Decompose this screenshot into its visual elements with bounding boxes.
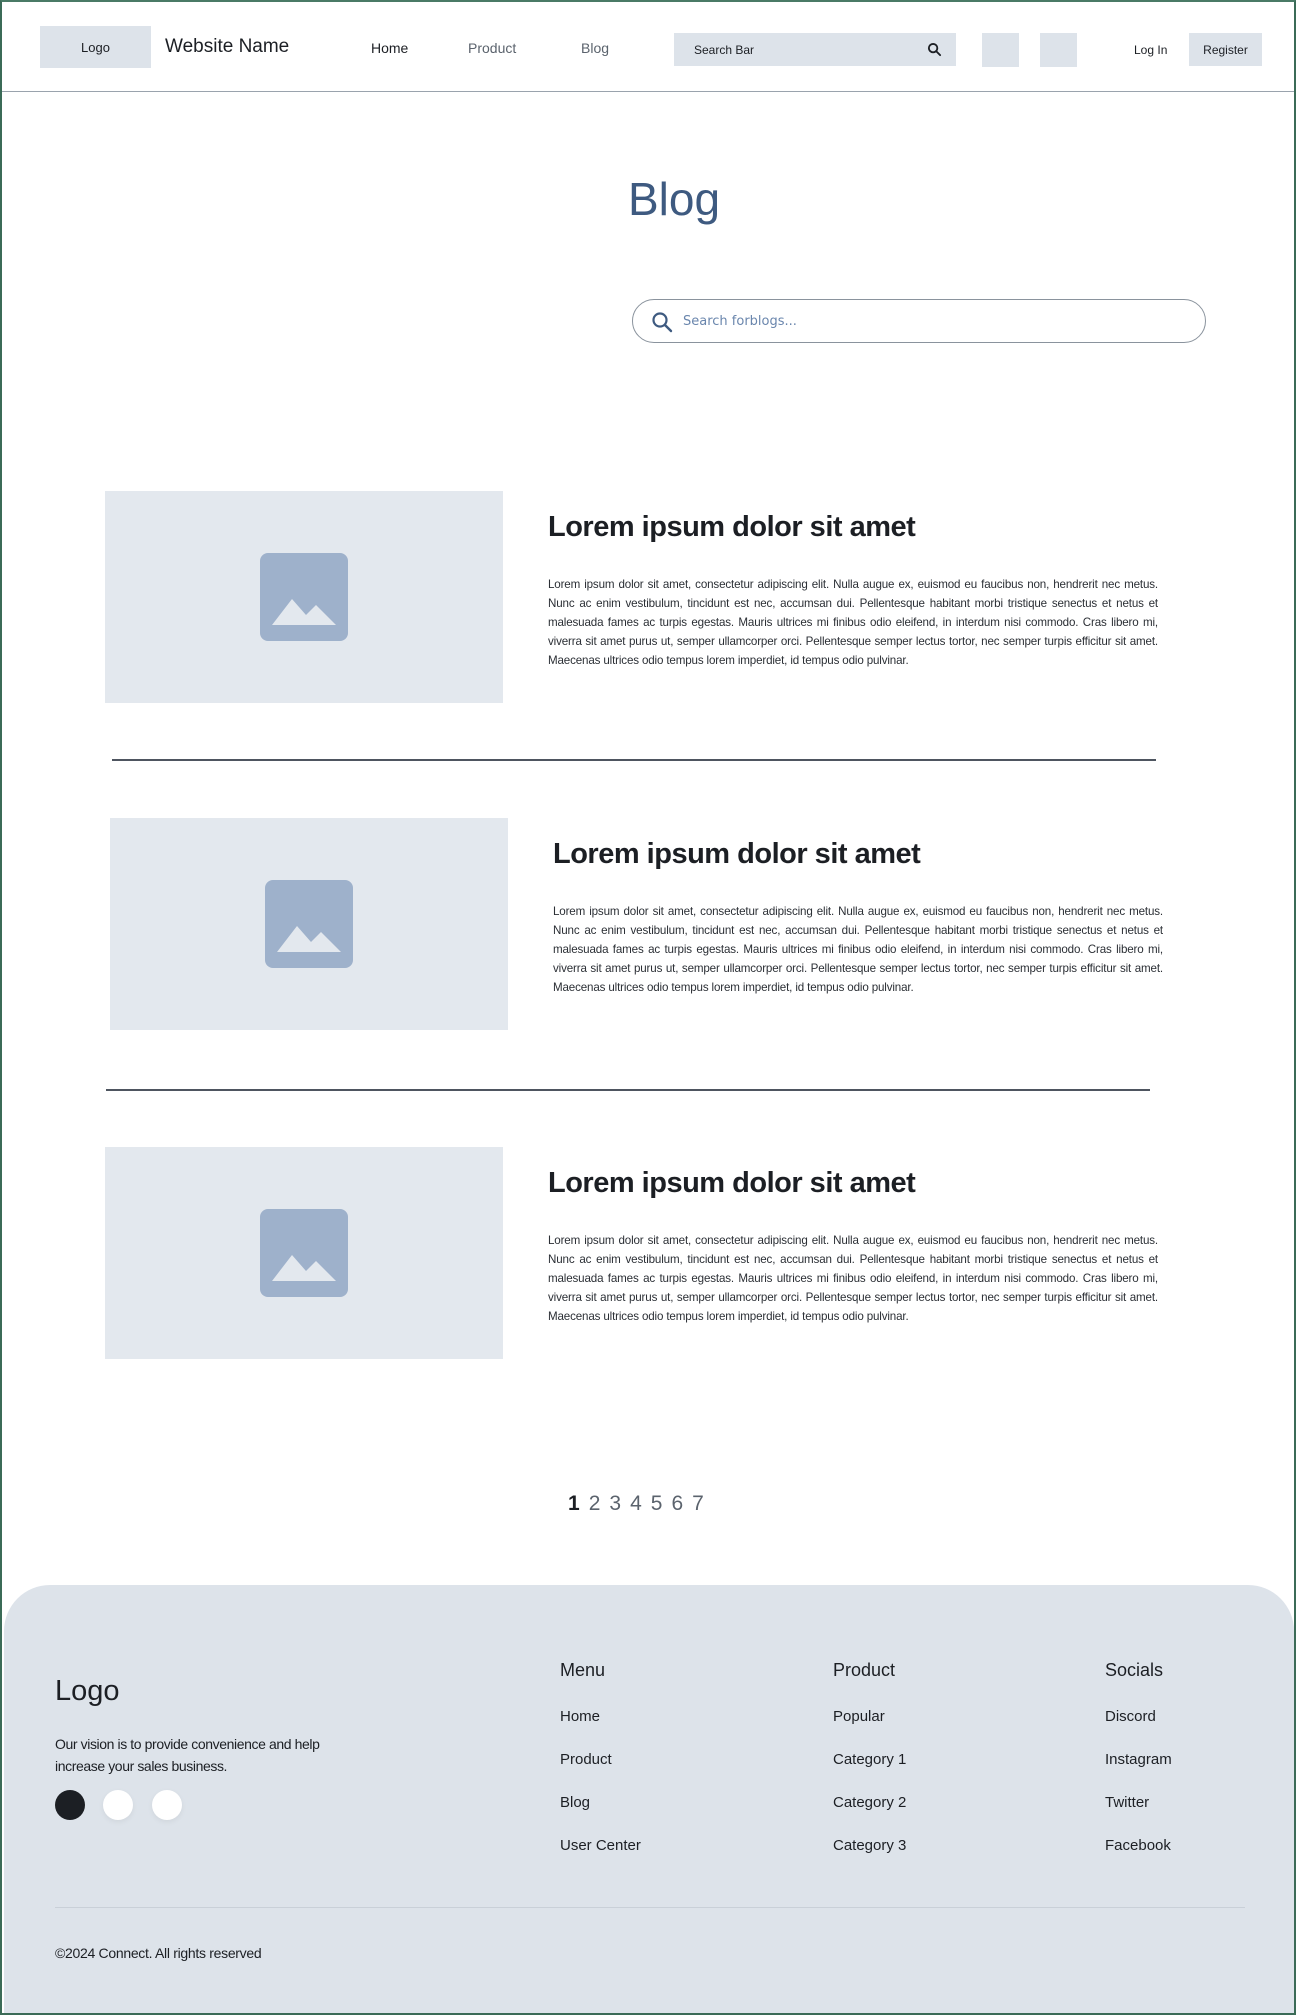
- footer-socials-column: Socials Discord Instagram Twitter Facebo…: [1105, 1660, 1172, 1880]
- footer-link-discord[interactable]: Discord: [1105, 1708, 1172, 1751]
- footer-divider: [55, 1907, 1245, 1908]
- nav-product[interactable]: Product: [468, 40, 516, 56]
- footer-link-instagram[interactable]: Instagram: [1105, 1751, 1172, 1794]
- nav-home[interactable]: Home: [371, 40, 408, 56]
- post-thumbnail[interactable]: [105, 491, 503, 703]
- page-link-2[interactable]: 2: [589, 1492, 601, 1516]
- footer-link-category-3[interactable]: Category 3: [833, 1837, 906, 1880]
- blog-post[interactable]: Lorem ipsum dolor sit amet Lorem ipsum d…: [105, 491, 1205, 706]
- footer-logo[interactable]: Logo: [55, 1675, 120, 1708]
- header-search-label: Search Bar: [694, 42, 755, 57]
- website-name[interactable]: Website Name: [165, 36, 289, 58]
- post-excerpt: Lorem ipsum dolor sit amet, consectetur …: [553, 905, 1163, 994]
- site-footer: Logo Our vision is to provide convenienc…: [4, 1585, 1294, 2013]
- search-icon[interactable]: [927, 42, 942, 57]
- image-icon: [260, 1209, 348, 1297]
- image-icon: [260, 553, 348, 641]
- register-button[interactable]: Register: [1189, 33, 1262, 66]
- page-link-6[interactable]: 6: [671, 1492, 683, 1516]
- footer-link-category-1[interactable]: Category 1: [833, 1751, 906, 1794]
- footer-link-category-2[interactable]: Category 2: [833, 1794, 906, 1837]
- social-dot-icon[interactable]: [103, 1790, 133, 1820]
- blog-post[interactable]: Lorem ipsum dolor sit amet Lorem ipsum d…: [110, 818, 1210, 1033]
- page-link-5[interactable]: 5: [651, 1492, 663, 1516]
- post-excerpt: Lorem ipsum dolor sit amet, consectetur …: [548, 1234, 1158, 1323]
- footer-link-blog[interactable]: Blog: [560, 1794, 641, 1837]
- search-icon: [652, 312, 673, 333]
- footer-link-facebook[interactable]: Facebook: [1105, 1837, 1172, 1880]
- pagination: 1 2 3 4 5 6 7: [568, 1492, 704, 1516]
- footer-link-twitter[interactable]: Twitter: [1105, 1794, 1172, 1837]
- footer-product-heading: Product: [833, 1660, 896, 1680]
- page-frame: Logo Website Name Home Product Blog Sear…: [0, 0, 1296, 2015]
- site-header: Logo Website Name Home Product Blog Sear…: [2, 2, 1294, 92]
- post-divider: [112, 759, 1156, 761]
- footer-menu-column: Menu Home Product Blog User Center: [560, 1660, 641, 1880]
- social-dot-icon[interactable]: [55, 1790, 85, 1820]
- social-dot-icon[interactable]: [152, 1790, 182, 1820]
- header-icon-placeholder-2[interactable]: [1040, 33, 1077, 67]
- blog-search-placeholder: Search forblogs...: [683, 313, 797, 329]
- image-icon: [265, 880, 353, 968]
- header-icon-placeholder-1[interactable]: [982, 33, 1019, 67]
- footer-menu-heading: Menu: [560, 1660, 606, 1680]
- post-thumbnail[interactable]: [105, 1147, 503, 1359]
- blog-search-input[interactable]: Search forblogs...: [632, 299, 1206, 343]
- footer-tagline: Our vision is to provide convenience and…: [55, 1736, 320, 1774]
- page-link-7[interactable]: 7: [692, 1492, 704, 1516]
- footer-link-popular[interactable]: Popular: [833, 1708, 906, 1751]
- copyright: ©2024 Connect. All rights reserved: [55, 1945, 262, 1961]
- post-title[interactable]: Lorem ipsum dolor sit amet: [548, 511, 916, 544]
- nav-blog[interactable]: Blog: [581, 40, 609, 56]
- page-link-3[interactable]: 3: [609, 1492, 621, 1516]
- footer-product-column: Product Popular Category 1 Category 2 Ca…: [833, 1660, 906, 1880]
- post-title[interactable]: Lorem ipsum dolor sit amet: [553, 838, 921, 871]
- login-link[interactable]: Log In: [1134, 43, 1167, 57]
- page-title: Blog: [627, 173, 721, 225]
- page-link-1[interactable]: 1: [568, 1492, 580, 1516]
- post-excerpt: Lorem ipsum dolor sit amet, consectetur …: [548, 578, 1158, 667]
- footer-socials-heading: Socials: [1105, 1660, 1164, 1680]
- post-title[interactable]: Lorem ipsum dolor sit amet: [548, 1167, 916, 1200]
- page-link-4[interactable]: 4: [630, 1492, 642, 1516]
- post-divider: [106, 1089, 1150, 1091]
- header-logo[interactable]: Logo: [40, 26, 151, 68]
- blog-post[interactable]: Lorem ipsum dolor sit amet Lorem ipsum d…: [105, 1147, 1205, 1362]
- header-search-bar[interactable]: Search Bar: [674, 33, 956, 66]
- footer-link-home[interactable]: Home: [560, 1708, 641, 1751]
- footer-link-product[interactable]: Product: [560, 1751, 641, 1794]
- footer-link-user-center[interactable]: User Center: [560, 1837, 641, 1880]
- post-thumbnail[interactable]: [110, 818, 508, 1030]
